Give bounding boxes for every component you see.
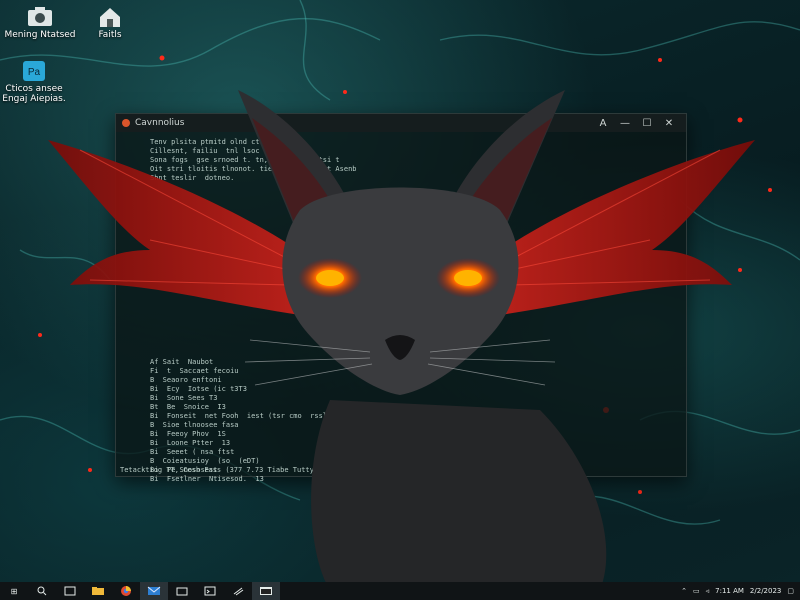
console-taskbar-icon[interactable]	[252, 582, 280, 600]
file-explorer-icon[interactable]	[84, 582, 112, 600]
console-line: Oit stri tloitis tlnonot. tie. pioaue. r…	[150, 165, 357, 173]
desktop-icon-mening[interactable]: Mening Ntatsed	[0, 6, 80, 40]
house-icon	[97, 6, 123, 28]
console-line: Bi Ecy Iotse (ic t3T3	[150, 385, 247, 393]
desktop-icon-photoshop[interactable]: Pa Cticos ansee Engaj Aiepias.	[0, 60, 74, 104]
console-line: Bi Loone Ptter 13	[150, 439, 231, 447]
notification-icon[interactable]: ▢	[787, 587, 794, 595]
console-status-line: Tetacktiog TT, Cesh Fass (377 7.73 Tiabe…	[120, 466, 323, 474]
store-icon[interactable]	[168, 582, 196, 600]
desktop-icon-files[interactable]: Faitls	[70, 6, 150, 40]
console-line: Bi Sone Sees T3	[150, 394, 218, 402]
console-window[interactable]: Cavnnolius A — ☐ ✕ Tenv plsita ptmitd ol…	[115, 113, 687, 483]
console-line: Bi Fonseit net Fooh iest (tsr cmo rsslo	[150, 412, 332, 420]
network-icon[interactable]: ▭	[693, 587, 700, 595]
console-line: B Sioe tlnoosee fasa	[150, 421, 239, 429]
camera-icon	[27, 6, 53, 28]
terminal-icon[interactable]	[196, 582, 224, 600]
console-line: Bi Seeet ( nsa ftst	[150, 448, 235, 456]
start-button[interactable]: ⊞	[0, 582, 28, 600]
console-line: Shnt teslir dotneo.	[150, 174, 235, 182]
desktop-icon-label: Faitls	[98, 30, 122, 40]
system-tray: ⌃ ▭ ◃ 7:11 AM 2/2/2023 ▢	[681, 587, 800, 595]
tray-date[interactable]: 2/2/2023	[750, 587, 781, 595]
chevron-up-icon[interactable]: ⌃	[681, 587, 687, 595]
console-line: Sona fogs gse srnoed t. tn, fmsaie nst t…	[150, 156, 340, 164]
console-line: B Coieatusioy (so (eDT)	[150, 457, 260, 465]
console-line: B Seaoro enftoni	[150, 376, 222, 384]
window-title: Cavnnolius	[135, 118, 185, 128]
console-output[interactable]: Tenv plsita ptmitd olnd ctoenng Cillesnt…	[116, 132, 686, 490]
console-app-icon	[122, 119, 130, 127]
mail-icon[interactable]	[140, 582, 168, 600]
console-line: Bi Feeoy Phov 1S	[150, 430, 226, 438]
console-line: Tenv plsita ptmitd olnd ctoenng	[150, 138, 281, 146]
console-line: Bt Be Snoice I3	[150, 403, 226, 411]
desktop-icon-label: Cticos ansee Engaj Aiepias.	[2, 84, 66, 104]
window-titlebar[interactable]: Cavnnolius A — ☐ ✕	[116, 114, 686, 132]
svg-text:Pa: Pa	[28, 67, 41, 78]
settings-icon[interactable]	[224, 582, 252, 600]
console-line: Fi t Saccaet fecoiu	[150, 367, 239, 375]
close-button[interactable]: ✕	[658, 118, 680, 129]
maximize-button[interactable]: ☐	[636, 118, 658, 129]
search-icon[interactable]	[28, 582, 56, 600]
volume-icon[interactable]: ◃	[706, 587, 710, 595]
desktop-icon-label: Mening Ntatsed	[4, 30, 76, 40]
help-button[interactable]: A	[592, 118, 614, 129]
browser-icon[interactable]	[112, 582, 140, 600]
app-ps-icon: Pa	[21, 60, 47, 82]
taskbar: ⊞ ⌃ ▭ ◃ 7:11 AM 2/2/2023 ▢	[0, 582, 800, 600]
minimize-button[interactable]: —	[614, 118, 636, 129]
task-view-icon[interactable]	[56, 582, 84, 600]
console-line: Af Sait Naubot	[150, 358, 214, 366]
console-line: Cillesnt, failiu tnl lsoc ctoefgmtb	[150, 147, 302, 155]
console-line: Bi Fsetlner Ntisesod. 13	[150, 475, 264, 483]
tray-time[interactable]: 7:11 AM	[715, 587, 744, 595]
